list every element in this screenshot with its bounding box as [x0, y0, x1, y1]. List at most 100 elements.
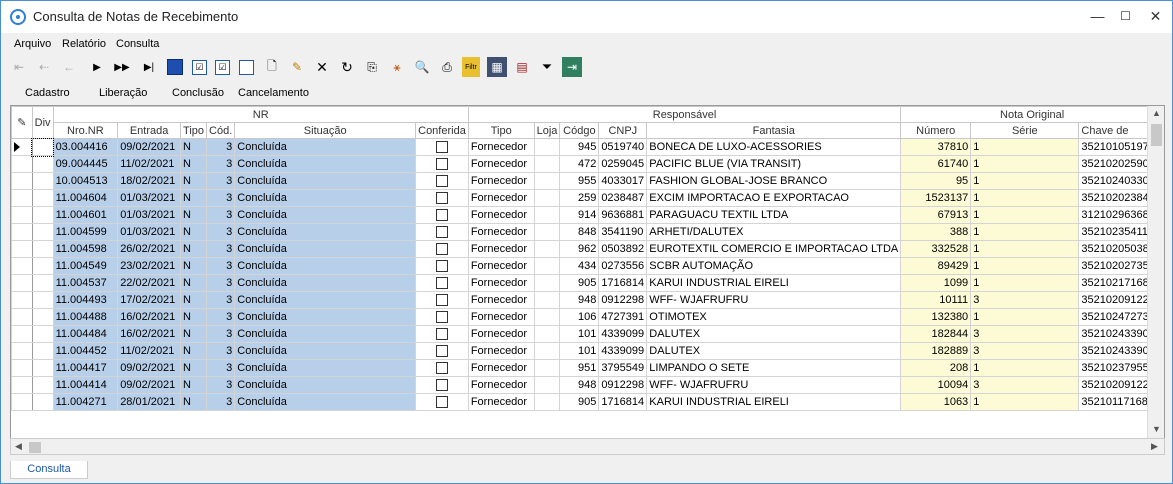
cell-cod[interactable]: 3 — [206, 240, 236, 258]
cell-entrada[interactable]: 11/02/2021 — [117, 342, 182, 360]
row-indicator[interactable] — [11, 240, 33, 258]
table-row[interactable]: 11.004484 16/02/2021 N 3 Concluída Fornecedor… — [11, 325, 1164, 343]
cell-div[interactable] — [31, 342, 54, 360]
row-indicator[interactable] — [11, 274, 33, 292]
cell-tipo[interactable]: N — [180, 325, 208, 343]
cell-numero[interactable]: 208 — [900, 359, 972, 377]
row-indicator[interactable] — [11, 223, 33, 241]
cell-entrada[interactable]: 28/01/2021 — [117, 393, 182, 411]
header-div[interactable]: Div — [31, 106, 54, 139]
cell-fantasia[interactable]: PARAGUACU TEXTIL LTDA — [646, 206, 902, 224]
column-header-cod[interactable]: Cód. — [206, 122, 236, 139]
scroll-down-icon[interactable]: ▼ — [1152, 424, 1161, 434]
cell-tipo-resp[interactable]: Fornecedor — [467, 325, 535, 343]
conferida-checkbox[interactable] — [435, 175, 448, 188]
cell-loja[interactable] — [533, 223, 561, 241]
last-icon[interactable]: ▶| — [139, 57, 159, 77]
cell-numero[interactable]: 10094 — [900, 376, 972, 394]
cell-nro-nr[interactable]: 11.004604 — [52, 189, 119, 207]
cell-tipo[interactable]: N — [180, 291, 208, 309]
cell-tipo[interactable]: N — [180, 155, 208, 173]
cell-div[interactable] — [31, 137, 55, 157]
cell-tipo[interactable]: N — [180, 172, 208, 190]
cell-serie[interactable]: 1 — [970, 189, 1080, 207]
column-header-nro-nr[interactable]: Nro.NR — [52, 122, 119, 139]
vertical-scroll-thumb[interactable] — [1151, 124, 1162, 146]
cell-conferida[interactable] — [415, 206, 469, 224]
cell-entrada[interactable]: 11/02/2021 — [117, 155, 182, 173]
export-icon[interactable]: ⎘ — [362, 57, 382, 77]
cell-tipo[interactable]: N — [180, 376, 208, 394]
cell-loja[interactable] — [533, 359, 561, 377]
row-indicator[interactable] — [11, 189, 33, 207]
column-header-codigo[interactable]: Códgo — [559, 122, 600, 139]
column-header-conferida[interactable]: Conferida — [415, 122, 469, 139]
cell-situacao[interactable]: Concluída — [234, 240, 417, 258]
cell-entrada[interactable]: 16/02/2021 — [117, 308, 182, 326]
cell-numero[interactable]: 37810 — [900, 138, 972, 156]
cell-codigo[interactable]: 101 — [559, 342, 600, 360]
cell-tipo-resp[interactable]: Fornecedor — [467, 240, 535, 258]
cell-cod[interactable]: 3 — [206, 342, 236, 360]
cell-cnpj[interactable]: 9636881 — [598, 206, 648, 224]
cell-div[interactable] — [31, 393, 54, 411]
wand-icon[interactable]: ⚹ — [387, 57, 407, 77]
tab-cadastro[interactable]: Cadastro — [25, 87, 70, 99]
cell-cod[interactable]: 3 — [206, 189, 236, 207]
cell-loja[interactable] — [533, 376, 561, 394]
cell-cod[interactable]: 3 — [206, 274, 236, 292]
cell-tipo-resp[interactable]: Fornecedor — [467, 189, 535, 207]
cell-conferida[interactable] — [415, 274, 469, 292]
cell-fantasia[interactable]: WFF- WJAFRUFRU — [646, 376, 902, 394]
refresh-icon[interactable]: ↻ — [337, 57, 357, 77]
cell-div[interactable] — [31, 359, 54, 377]
cell-cod[interactable]: 3 — [206, 206, 236, 224]
cell-codigo[interactable]: 259 — [559, 189, 600, 207]
conferida-checkbox[interactable] — [435, 226, 448, 239]
cell-nro-nr[interactable]: 10.004513 — [52, 172, 119, 190]
cell-situacao[interactable]: Concluída — [234, 257, 417, 275]
column-header-tipo-resp[interactable]: Tipo — [467, 122, 535, 139]
cell-codigo[interactable]: 905 — [559, 393, 600, 411]
cell-codigo[interactable]: 106 — [559, 308, 600, 326]
cell-numero[interactable]: 89429 — [900, 257, 972, 275]
cell-serie[interactable]: 1 — [970, 257, 1080, 275]
cell-tipo[interactable]: N — [180, 308, 208, 326]
tab-consulta[interactable]: Consulta — [10, 461, 88, 479]
cell-conferida[interactable] — [415, 393, 469, 411]
play-icon[interactable]: ▶ — [87, 57, 107, 77]
row-indicator[interactable] — [11, 172, 33, 190]
cell-cnpj[interactable]: 0238487 — [598, 189, 648, 207]
row-indicator[interactable] — [11, 359, 33, 377]
cell-serie[interactable]: 1 — [970, 155, 1080, 173]
cell-cod[interactable]: 3 — [206, 257, 236, 275]
cell-cnpj[interactable]: 1716814 — [598, 274, 648, 292]
cell-fantasia[interactable]: PACIFIC BLUE (VIA TRANSIT) — [646, 155, 902, 173]
preview-icon[interactable]: 🔍 — [412, 57, 432, 77]
cell-cnpj[interactable]: 0912298 — [598, 291, 648, 309]
cell-tipo-resp[interactable]: Fornecedor — [467, 342, 535, 360]
cell-cnpj[interactable]: 0259045 — [598, 155, 648, 173]
cell-tipo-resp[interactable]: Fornecedor — [467, 291, 535, 309]
cell-codigo[interactable]: 905 — [559, 274, 600, 292]
cell-serie[interactable]: 1 — [970, 240, 1080, 258]
cell-fantasia[interactable]: KARUI INDUSTRIAL EIRELI — [646, 393, 902, 411]
cell-loja[interactable] — [533, 206, 561, 224]
cell-loja[interactable] — [533, 342, 561, 360]
cell-tipo[interactable]: N — [180, 359, 208, 377]
cell-entrada[interactable]: 09/02/2021 — [117, 359, 182, 377]
cell-entrada[interactable]: 17/02/2021 — [117, 291, 182, 309]
cell-codigo[interactable]: 472 — [559, 155, 600, 173]
header-indicator[interactable]: ✎ — [11, 106, 33, 139]
report-icon[interactable]: ▦ — [487, 57, 507, 77]
horizontal-scrollbar[interactable]: ◀ ▶ — [10, 438, 1165, 455]
cell-cnpj[interactable]: 4339099 — [598, 342, 648, 360]
cell-tipo-resp[interactable]: Fornecedor — [467, 393, 535, 411]
cell-serie[interactable]: 3 — [970, 342, 1080, 360]
cell-serie[interactable]: 3 — [970, 376, 1080, 394]
table-row[interactable]: 11.004414 09/02/2021 N 3 Concluída Fornecedor… — [11, 376, 1164, 394]
cell-nro-nr[interactable]: 11.004549 — [52, 257, 119, 275]
cell-serie[interactable]: 3 — [970, 291, 1080, 309]
cell-codigo[interactable]: 945 — [559, 138, 600, 156]
conferida-checkbox[interactable] — [435, 277, 448, 290]
